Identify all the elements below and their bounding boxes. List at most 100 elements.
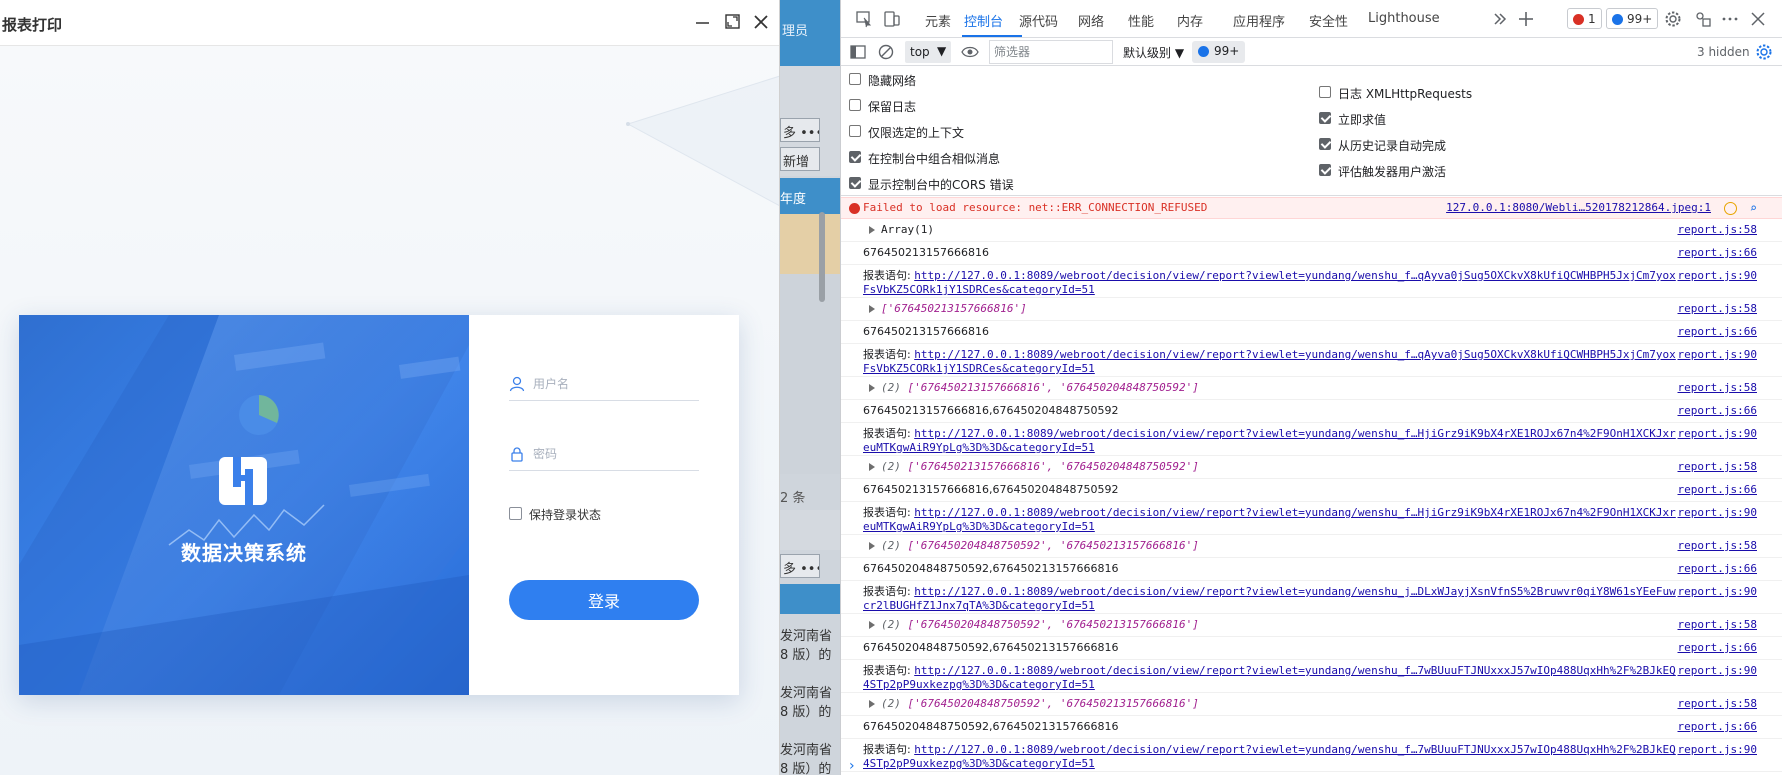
tab-6[interactable]: 应用程序 (1233, 11, 1285, 30)
console-log-row[interactable]: 报表语句: http://127.0.0.1:8089/webroot/deci… (841, 661, 1782, 693)
password-input[interactable] (533, 443, 693, 465)
report-url-link[interactable]: http://127.0.0.1:8089/webroot/decision/v… (863, 585, 1676, 612)
setting-checkbox[interactable] (849, 177, 861, 189)
bg-scrollbar[interactable] (819, 212, 825, 302)
username-input[interactable] (533, 373, 693, 395)
console-log-row[interactable]: 报表语句: http://127.0.0.1:8089/webroot/deci… (841, 424, 1782, 456)
log-source-link[interactable]: report.js:66 (1678, 325, 1757, 338)
error-source-link[interactable]: 127.0.0.1:8080/Webli…520178212864.jpeg:1 (1446, 201, 1711, 214)
log-source-link[interactable]: report.js:90 (1678, 506, 1757, 519)
setting-checkbox[interactable] (849, 99, 861, 111)
array-preview[interactable]: Array(1) (881, 223, 1699, 237)
expand-triangle-icon[interactable] (869, 384, 875, 392)
console-log-row[interactable]: 676450204848750592,676450213157666816 rep… (841, 638, 1782, 660)
expand-triangle-icon[interactable] (869, 700, 875, 708)
more-tabs-icon[interactable] (1491, 10, 1509, 28)
console-log-row[interactable]: 报表语句: http://127.0.0.1:8089/webroot/deci… (841, 503, 1782, 535)
more-options-icon[interactable] (1721, 10, 1739, 28)
console-log-row[interactable]: 报表语句: http://127.0.0.1:8089/webroot/deci… (841, 345, 1782, 377)
expand-triangle-icon[interactable] (869, 621, 875, 629)
expand-triangle-icon[interactable] (869, 305, 875, 313)
console-settings-gear-icon[interactable] (1755, 43, 1773, 61)
maximize-button[interactable] (724, 13, 744, 33)
console-log-row[interactable]: (2) ['676450213157666816', '676450204848… (841, 378, 1782, 400)
log-source-link[interactable]: report.js:58 (1678, 618, 1757, 631)
bg-more-button[interactable]: 多 ••• (780, 118, 820, 142)
tab-7[interactable]: 安全性 (1309, 11, 1348, 30)
report-url-link[interactable]: http://127.0.0.1:8089/webroot/decision/v… (863, 348, 1676, 375)
log-source-link[interactable]: report.js:90 (1678, 348, 1757, 361)
close-devtools-icon[interactable] (1749, 10, 1767, 28)
tab-1[interactable]: 控制台 (964, 11, 1003, 30)
issues-count-badge[interactable]: 99+ (1606, 8, 1659, 29)
log-source-link[interactable]: report.js:90 (1678, 743, 1757, 756)
tab-0[interactable]: 元素 (925, 11, 951, 30)
array-preview[interactable]: (2) ['676450213157666816', '676450204848… (881, 381, 1699, 395)
live-expression-eye-icon[interactable] (961, 43, 979, 61)
log-source-link[interactable]: report.js:66 (1678, 246, 1757, 259)
expand-triangle-icon[interactable] (869, 463, 875, 471)
console-log-row[interactable]: 报表语句: http://127.0.0.1:8089/webroot/deci… (841, 266, 1782, 298)
minimize-button[interactable] (694, 13, 714, 33)
log-source-link[interactable]: report.js:58 (1678, 697, 1757, 710)
console-log-row[interactable]: (2) ['676450204848750592', '676450213157… (841, 694, 1782, 716)
tab-8[interactable]: Lighthouse (1368, 11, 1440, 26)
close-button[interactable] (752, 13, 772, 33)
report-url-link[interactable]: http://127.0.0.1:8089/webroot/decision/v… (863, 664, 1676, 691)
console-log-row[interactable]: 676450213157666816 report.js:66 (841, 243, 1782, 265)
array-preview[interactable]: (2) ['676450213157666816', '676450204848… (881, 460, 1699, 474)
sidebar-toggle-icon[interactable] (849, 43, 867, 61)
device-toolbar-icon[interactable] (883, 10, 901, 28)
report-url-link[interactable]: http://127.0.0.1:8089/webroot/decision/v… (863, 269, 1676, 296)
console-log-row[interactable]: ['676450213157666816'] report.js:58 (841, 299, 1782, 321)
add-tab-icon[interactable] (1517, 10, 1535, 28)
filter-input[interactable] (989, 40, 1113, 64)
log-source-link[interactable]: report.js:66 (1678, 562, 1757, 575)
issues-pill[interactable]: 99+ (1192, 41, 1246, 63)
clear-console-icon[interactable] (877, 43, 895, 61)
error-count-badge[interactable]: 1 (1567, 8, 1602, 29)
log-source-link[interactable]: report.js:66 (1678, 641, 1757, 654)
login-button[interactable]: 登录 (509, 580, 699, 620)
log-source-link[interactable]: report.js:90 (1678, 269, 1757, 282)
report-url-link[interactable]: http://127.0.0.1:8089/webroot/decision/v… (863, 506, 1676, 533)
setting-checkbox[interactable] (1319, 86, 1331, 98)
console-log-row[interactable]: (2) ['676450213157666816', '676450204848… (841, 457, 1782, 479)
report-url-link[interactable]: http://127.0.0.1:8089/webroot/decision/v… (863, 427, 1676, 454)
context-select[interactable]: top ▼ (905, 41, 951, 63)
bg-add-button[interactable]: 新增 (780, 147, 820, 171)
log-source-link[interactable]: report.js:90 (1678, 664, 1757, 677)
settings-gear-icon[interactable] (1664, 10, 1682, 28)
expand-triangle-icon[interactable] (869, 542, 875, 550)
expand-triangle-icon[interactable] (869, 226, 875, 234)
log-source-link[interactable]: report.js:58 (1678, 381, 1757, 394)
bg-more-button-2[interactable]: 多 ••• (780, 554, 820, 578)
console-log-row[interactable]: 676450204848750592,676450213157666816 rep… (841, 559, 1782, 581)
console-log-row[interactable]: 报表语句: http://127.0.0.1:8089/webroot/deci… (841, 582, 1782, 614)
log-source-link[interactable]: report.js:90 (1678, 585, 1757, 598)
setting-checkbox[interactable] (849, 151, 861, 163)
console-log-row[interactable]: Array(1) report.js:58 (841, 220, 1782, 242)
setting-checkbox[interactable] (1319, 112, 1331, 124)
report-url-link[interactable]: http://127.0.0.1:8089/webroot/decision/v… (863, 743, 1676, 770)
console-log-row[interactable]: 报表语句: http://127.0.0.1:8089/webroot/deci… (841, 740, 1782, 772)
console-log-row[interactable]: (2) ['676450204848750592', '676450213157… (841, 615, 1782, 637)
log-source-link[interactable]: report.js:66 (1678, 720, 1757, 733)
customize-icon[interactable] (1694, 10, 1712, 28)
log-source-link[interactable]: report.js:58 (1678, 223, 1757, 236)
log-source-link[interactable]: report.js:58 (1678, 302, 1757, 315)
inspect-element-icon[interactable] (855, 10, 873, 28)
console-log-row[interactable]: 676450213157666816,676450204848750592 rep… (841, 401, 1782, 423)
warning-icon[interactable] (1724, 202, 1737, 215)
setting-checkbox[interactable] (849, 73, 861, 85)
console-log-row[interactable]: 676450204848750592,676450213157666816 rep… (841, 717, 1782, 739)
log-source-link[interactable]: report.js:58 (1678, 539, 1757, 552)
tab-3[interactable]: 网络 (1078, 11, 1104, 30)
log-source-link[interactable]: report.js:66 (1678, 483, 1757, 496)
array-preview[interactable]: (2) ['676450204848750592', '676450213157… (881, 618, 1699, 632)
setting-checkbox[interactable] (1319, 164, 1331, 176)
tab-5[interactable]: 内存 (1177, 11, 1203, 30)
array-preview[interactable]: ['676450213157666816'] (881, 302, 1699, 316)
log-source-link[interactable]: report.js:66 (1678, 404, 1757, 417)
console-error-row[interactable]: Failed to load resource: net::ERR_CONNEC… (841, 197, 1782, 219)
